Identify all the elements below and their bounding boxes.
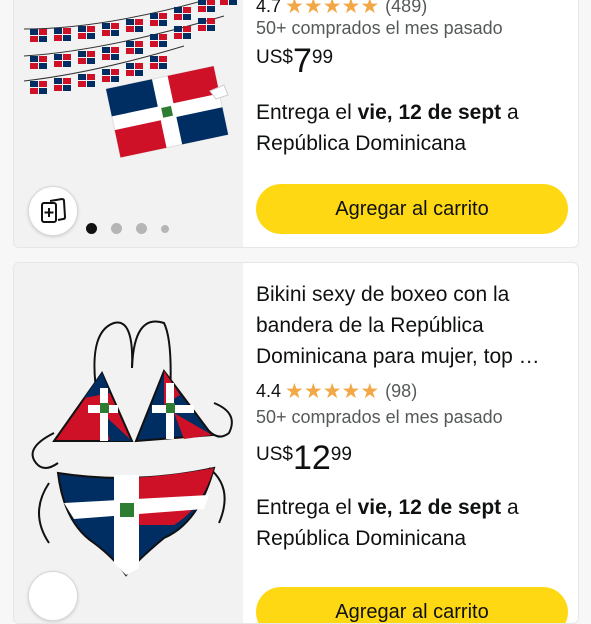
product-card[interactable]: 4.7 ★ ★ ★ ★ ★ (489) 50+ comprados el mes pas… [13,0,579,248]
carousel-dot[interactable] [136,223,147,234]
price-currency: US$ [256,444,293,465]
delivery-suffix: a [501,496,519,519]
rating-value: 4.4 [256,380,282,401]
add-to-cart-button[interactable]: Agregar al carrito [256,184,568,234]
carousel-dot[interactable] [86,223,97,234]
large-flag [105,65,229,159]
compare-cards-icon [41,197,67,223]
delivery-prefix: Entrega el [256,101,358,124]
price-fraction: 99 [311,47,334,68]
price: US$ 7 99 [256,43,333,79]
delivery-date: vie, 12 de sept [357,101,502,124]
bikini-bottom [56,466,216,577]
delivery-suffix: a [501,101,519,124]
star-rating-icon: ★ ★ ★ ★ ★ [285,379,380,403]
price-whole: 12 [292,439,331,477]
rating-row[interactable]: 4.4 ★ ★ ★ ★ ★ (98) [256,378,568,404]
price-currency: US$ [256,47,293,68]
product-image-area[interactable] [14,0,243,247]
bought-count: 50+ comprados el mes pasado [256,407,503,427]
delivery-destination: República Dominicana [256,132,467,155]
price-whole: 7 [292,42,312,80]
bought-count: 50+ comprados el mes pasado [256,18,503,38]
price: US$ 12 99 [256,440,568,476]
bikini-top-left [52,370,134,442]
bikini-top-right [134,368,214,443]
product-title[interactable]: Bikini sexy de boxeo con la bandera de l… [256,279,568,372]
compare-button[interactable] [28,571,78,621]
image-carousel-dots [86,223,183,234]
compare-button[interactable] [28,186,78,236]
delivery-info: Entrega el vie, 12 de sept a República D… [256,492,568,554]
product-image[interactable] [14,263,243,593]
rating-count[interactable]: (98) [385,381,417,402]
delivery-date: vie, 12 de sept [357,496,502,519]
delivery-destination: República Dominicana [256,527,467,550]
product-image-area[interactable] [14,263,243,623]
delivery-prefix: Entrega el [256,496,358,519]
carousel-dot[interactable] [161,224,169,233]
add-to-cart-button[interactable]: Agregar al carrito [256,587,568,623]
carousel-dot[interactable] [111,223,122,234]
product-card[interactable]: Bikini sexy de boxeo con la bandera de l… [13,262,579,624]
price-fraction: 99 [330,444,352,465]
delivery-info: Entrega el vie, 12 de sept a República D… [256,97,576,159]
